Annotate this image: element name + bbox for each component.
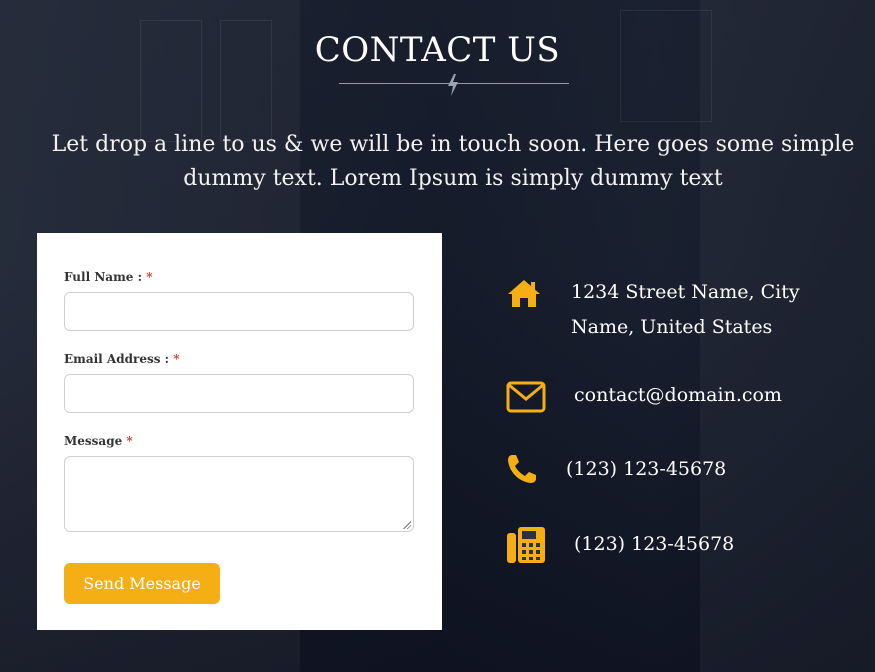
message-label-text: Message — [64, 434, 127, 448]
home-icon — [508, 280, 540, 307]
email-address-text[interactable]: contact@domain.com — [574, 378, 782, 413]
email-input[interactable] — [64, 374, 414, 413]
intro-text: Let drop a line to us & we will be in to… — [51, 132, 855, 191]
required-marker: * — [146, 270, 153, 284]
contact-form: Full Name : * Email Address : * Message … — [37, 233, 442, 630]
fax-text: (123) 123-45678 — [574, 533, 735, 555]
message-label: Message * — [64, 434, 133, 448]
envelope-icon — [506, 381, 546, 413]
full-name-label-text: Full Name : — [64, 270, 147, 284]
phone-icon — [508, 455, 536, 483]
fax-icon — [507, 527, 545, 563]
required-marker: * — [126, 434, 133, 448]
send-message-button[interactable]: Send Message — [64, 563, 220, 604]
required-marker: * — [173, 352, 180, 366]
full-name-input[interactable] — [64, 292, 414, 331]
lightning-bolt-icon — [448, 74, 458, 96]
page-title: CONTACT US — [314, 30, 561, 70]
full-name-label: Full Name : * — [64, 270, 152, 284]
message-textarea[interactable] — [64, 456, 414, 532]
resize-handle[interactable] — [402, 520, 411, 529]
header: CONTACT US — [0, 30, 875, 70]
email-label: Email Address : * — [64, 352, 180, 366]
phone-text[interactable]: (123) 123-45678 — [566, 452, 726, 487]
address-text: 1234 Street Name, City Name, United Stat… — [571, 281, 800, 338]
email-label-text: Email Address : — [64, 352, 174, 366]
